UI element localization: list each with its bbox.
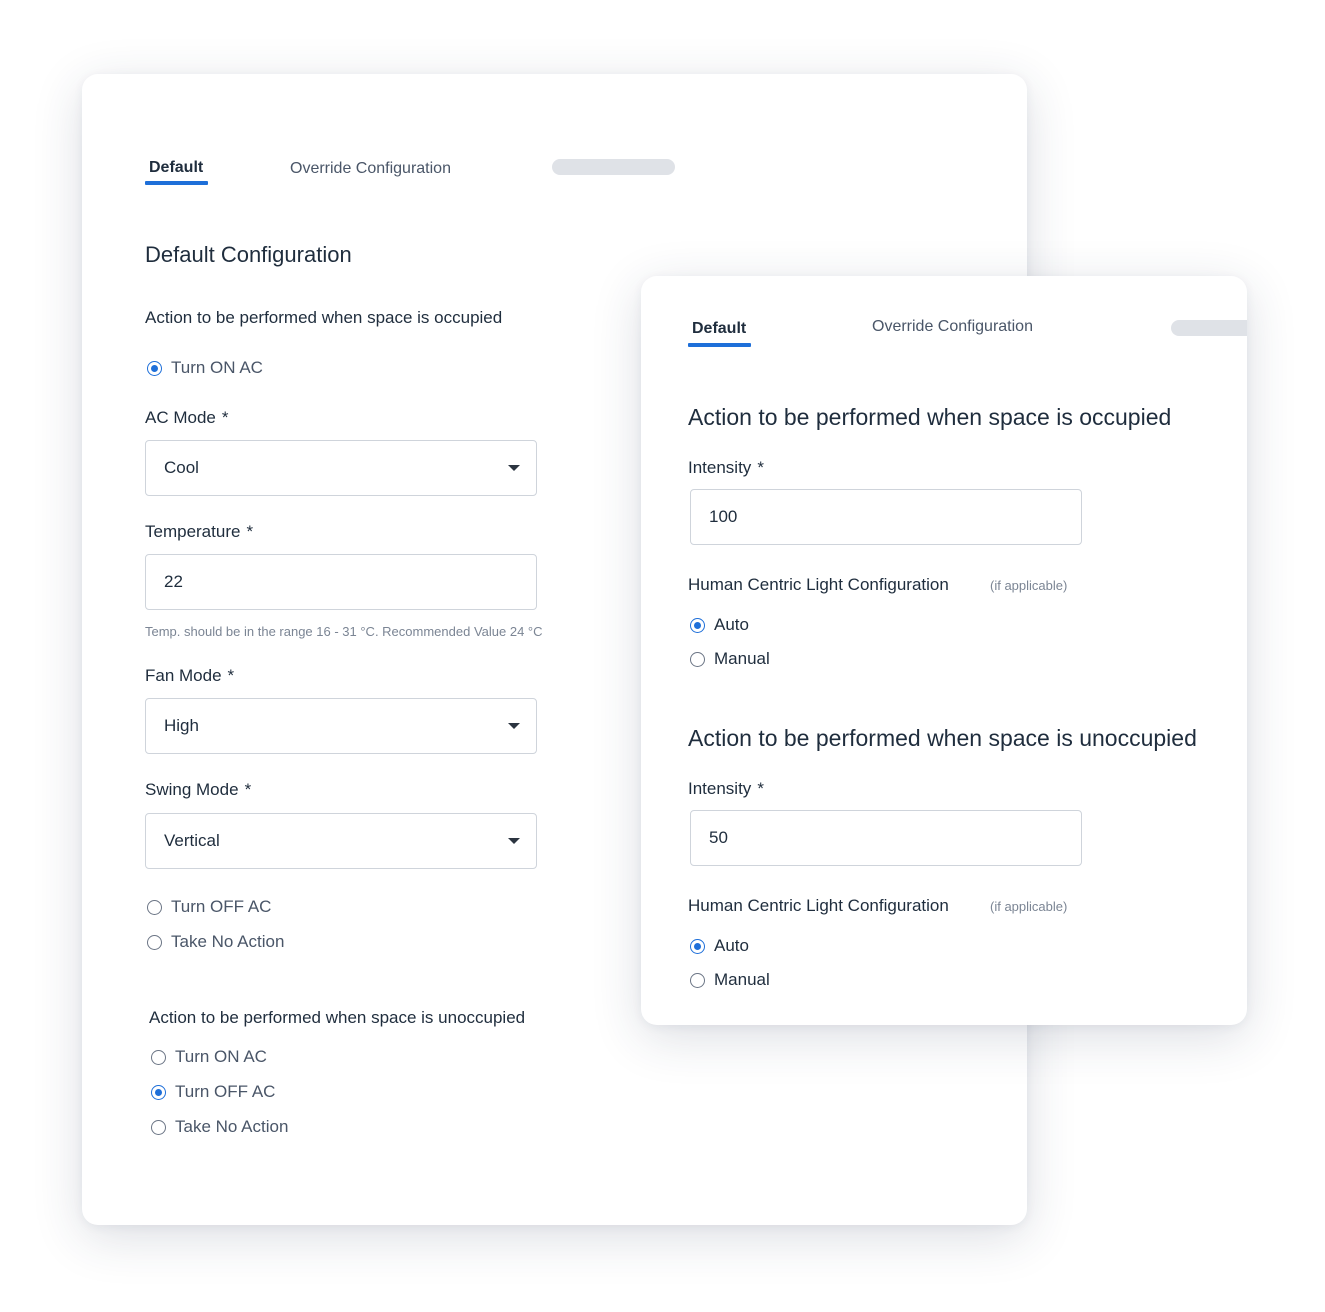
occupied-section-heading: Action to be performed when space is occ… [145, 308, 503, 327]
unoccupied-section-heading: Action to be performed when space is uno… [688, 725, 1197, 751]
intensity-value: 100 [709, 507, 738, 526]
temperature-value: 22 [164, 572, 183, 591]
chevron-down-icon [508, 465, 520, 471]
radio-label: Turn OFF AC [171, 897, 272, 916]
intensity-input[interactable]: 50 [690, 810, 1082, 866]
chevron-down-icon [508, 723, 520, 729]
temperature-label: Temperature * [145, 522, 254, 541]
tab-override-configuration[interactable]: Override Configuration [872, 318, 1033, 336]
temperature-hint: Temp. should be in the range 16 - 31 °C.… [145, 624, 543, 639]
radio-occupied-auto[interactable]: Auto [690, 615, 749, 635]
page-title: Default Configuration [145, 242, 352, 267]
radio-occupied-turn-off-ac[interactable]: Turn OFF AC [147, 897, 271, 917]
fan-mode-value: High [164, 716, 199, 735]
radio-label: Manual [714, 649, 770, 668]
tab-active-indicator [145, 181, 208, 185]
radio-label: Auto [714, 936, 749, 955]
chevron-down-icon [508, 838, 520, 844]
radio-unchecked-icon [151, 1119, 166, 1135]
ac-mode-select[interactable]: Cool [145, 440, 537, 496]
radio-checked-icon [151, 1084, 166, 1100]
radio-label: Take No Action [175, 1117, 289, 1136]
temperature-input[interactable]: 22 [145, 554, 537, 610]
radio-unoccupied-turn-on-ac[interactable]: Turn ON AC [151, 1047, 267, 1067]
hcl-note: (if applicable) [990, 578, 1068, 593]
tab-override-configuration[interactable]: Override Configuration [290, 160, 451, 178]
tab-placeholder-pill [552, 159, 675, 175]
fan-mode-label: Fan Mode * [145, 666, 235, 685]
radio-label: Auto [714, 615, 749, 634]
radio-occupied-manual[interactable]: Manual [690, 649, 770, 669]
intensity-label: Intensity * [688, 458, 764, 477]
radio-unchecked-icon [690, 972, 705, 988]
tab-default[interactable]: Default [149, 159, 203, 177]
ac-mode-label: AC Mode * [145, 408, 229, 427]
swing-mode-label: Swing Mode * [145, 780, 252, 799]
radio-label: Take No Action [171, 932, 285, 951]
radio-checked-icon [147, 360, 162, 376]
swing-mode-value: Vertical [164, 831, 220, 850]
swing-mode-select[interactable]: Vertical [145, 813, 537, 869]
tab-placeholder-pill [1171, 320, 1247, 336]
light-config-panel: Default Override Configuration Action to… [641, 276, 1247, 1025]
occupied-section-heading: Action to be performed when space is occ… [688, 404, 1172, 430]
intensity-input[interactable]: 100 [690, 489, 1082, 545]
fan-mode-select[interactable]: High [145, 698, 537, 754]
tab-default[interactable]: Default [692, 320, 746, 338]
radio-occupied-take-no-action[interactable]: Take No Action [147, 932, 284, 952]
radio-label: Turn ON AC [171, 358, 263, 377]
radio-checked-icon [690, 938, 705, 954]
radio-unoccupied-manual[interactable]: Manual [690, 970, 770, 990]
radio-label: Turn ON AC [175, 1047, 267, 1066]
radio-unchecked-icon [690, 651, 705, 667]
intensity-value: 50 [709, 828, 728, 847]
radio-unchecked-icon [147, 899, 162, 915]
tab-active-indicator [688, 343, 751, 347]
radio-label: Turn OFF AC [175, 1082, 276, 1101]
radio-unchecked-icon [147, 934, 162, 950]
radio-unoccupied-auto[interactable]: Auto [690, 936, 749, 956]
radio-unoccupied-turn-off-ac[interactable]: Turn OFF AC [151, 1082, 275, 1102]
radio-unchecked-icon [151, 1049, 166, 1065]
unoccupied-section-heading: Action to be performed when space is uno… [149, 1008, 526, 1027]
radio-occupied-turn-on-ac[interactable]: Turn ON AC [147, 358, 263, 378]
radio-unoccupied-take-no-action[interactable]: Take No Action [151, 1117, 288, 1137]
hcl-note: (if applicable) [990, 899, 1068, 914]
intensity-label: Intensity * [688, 779, 764, 798]
ac-mode-value: Cool [164, 458, 199, 477]
radio-label: Manual [714, 970, 770, 989]
hcl-label: Human Centric Light Configuration [688, 575, 949, 594]
hcl-label: Human Centric Light Configuration [688, 896, 949, 915]
radio-checked-icon [690, 617, 705, 633]
